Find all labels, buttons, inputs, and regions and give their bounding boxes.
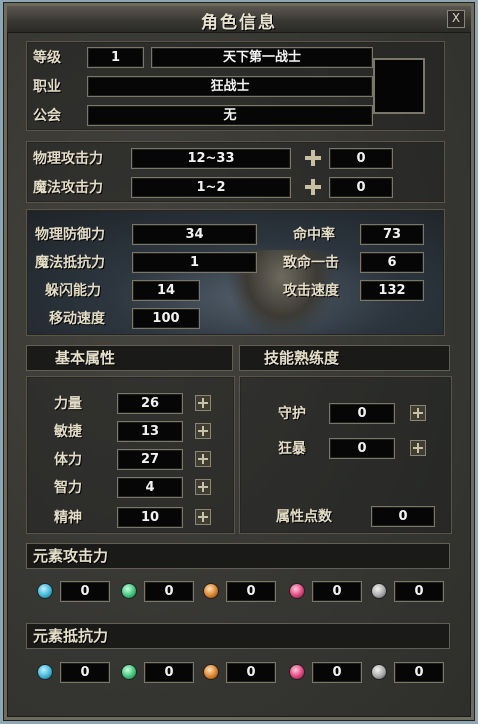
phys-attack-bonus: 0: [329, 148, 393, 169]
strength-value: 26: [117, 393, 183, 414]
element-attack-title: 元素攻击力: [33, 547, 109, 565]
level-label: 等级: [33, 50, 61, 66]
attack-speed-label: 攻击速度: [283, 283, 339, 299]
intelligence-value: 4: [117, 477, 183, 498]
berserk-label: 狂暴: [278, 441, 306, 457]
spirit-plus-button[interactable]: [195, 509, 211, 525]
base-attributes-title: 基本属性: [55, 349, 116, 367]
intelligence-label: 智力: [54, 480, 82, 496]
guild-value: 无: [87, 105, 373, 126]
job-label: 职业: [33, 79, 61, 95]
magic-resist-value: 1: [132, 252, 257, 273]
character-name: 天下第一战士: [151, 47, 373, 68]
orange-gem-icon: [203, 583, 219, 599]
pink-gem-icon: [289, 664, 305, 680]
agility-label: 敏捷: [54, 424, 82, 440]
skill-mastery-title: 技能熟练度: [264, 349, 340, 367]
element-attack-value: 0: [312, 581, 362, 602]
move-speed-value: 100: [132, 308, 200, 329]
stamina-value: 27: [117, 449, 183, 470]
magic-attack-bonus: 0: [329, 177, 393, 198]
guard-plus-button[interactable]: [410, 405, 426, 421]
attribute-points-label: 属性点数: [276, 509, 332, 525]
dodge-value: 14: [132, 280, 200, 301]
magic-resist-label: 魔法抵抗力: [35, 255, 105, 271]
close-button[interactable]: X: [447, 10, 465, 28]
blue-gem-icon: [37, 664, 53, 680]
agility-plus-button[interactable]: [195, 423, 211, 439]
element-resist-value: 0: [226, 662, 276, 683]
guild-label: 公会: [33, 108, 61, 124]
attack-panel: 物理攻击力 12~33 0 魔法攻击力 1~2 0: [26, 141, 445, 203]
gray-gem-icon: [371, 664, 387, 680]
magic-attack-label: 魔法攻击力: [33, 180, 103, 196]
intelligence-plus-button[interactable]: [195, 479, 211, 495]
phys-defense-value: 34: [132, 224, 257, 245]
job-value: 狂战士: [87, 76, 373, 97]
gray-gem-icon: [371, 583, 387, 599]
element-attack-row: 0 0 0 0 0: [7, 580, 477, 608]
element-resist-value: 0: [394, 662, 444, 683]
skill-mastery-header: 技能熟练度: [239, 345, 450, 371]
green-gem-icon: [121, 664, 137, 680]
phys-attack-value: 12~33: [131, 148, 291, 169]
stamina-label: 体力: [54, 452, 82, 468]
guard-label: 守护: [278, 406, 306, 422]
element-attack-value: 0: [144, 581, 194, 602]
base-attributes-header: 基本属性: [26, 345, 233, 371]
strength-label: 力量: [54, 396, 82, 412]
element-resist-value: 0: [312, 662, 362, 683]
element-attack-value: 0: [394, 581, 444, 602]
phys-attack-label: 物理攻击力: [33, 151, 103, 167]
agility-value: 13: [117, 421, 183, 442]
magic-attack-value: 1~2: [131, 177, 291, 198]
element-attack-value: 0: [60, 581, 110, 602]
hit-rate-value: 73: [360, 224, 424, 245]
level-value: 1: [87, 47, 144, 68]
element-resist-value: 0: [60, 662, 110, 683]
guard-value: 0: [329, 403, 395, 424]
character-info-window: 角色信息 X 等级 1 天下第一战士 职业 狂战士 公会 无 物理攻击力 12~…: [4, 3, 474, 720]
spirit-label: 精神: [54, 510, 82, 526]
dodge-label: 躲闪能力: [45, 283, 101, 299]
defense-panel: 物理防御力 34 魔法抵抗力 1 躲闪能力 14 移动速度 100 命中率 73…: [26, 209, 445, 336]
skill-mastery-panel: 守护 0 狂暴 0 属性点数 0: [239, 376, 452, 534]
stamina-plus-button[interactable]: [195, 451, 211, 467]
phys-defense-label: 物理防御力: [35, 227, 105, 243]
element-attack-value: 0: [226, 581, 276, 602]
critical-value: 6: [360, 252, 424, 273]
strength-plus-button[interactable]: [195, 395, 211, 411]
window-title: 角色信息: [201, 13, 277, 33]
element-resist-row: 0 0 0 0 0: [7, 661, 477, 689]
attribute-points-value: 0: [371, 506, 435, 527]
attack-speed-value: 132: [360, 280, 424, 301]
phys-attack-plus-icon[interactable]: [305, 150, 321, 166]
critical-label: 致命一击: [283, 255, 339, 271]
green-gem-icon: [121, 583, 137, 599]
character-portrait: [373, 58, 425, 114]
element-resist-value: 0: [144, 662, 194, 683]
element-attack-header: 元素攻击力: [26, 543, 450, 569]
element-resist-header: 元素抵抗力: [26, 623, 450, 649]
move-speed-label: 移动速度: [49, 311, 105, 327]
base-attributes-panel: 力量 26 敏捷 13 体力 27 智力 4 精神 10: [26, 376, 235, 534]
orange-gem-icon: [203, 664, 219, 680]
magic-attack-plus-icon[interactable]: [305, 179, 321, 195]
spirit-value: 10: [117, 507, 183, 528]
hit-rate-label: 命中率: [293, 227, 335, 243]
berserk-plus-button[interactable]: [410, 440, 426, 456]
pink-gem-icon: [289, 583, 305, 599]
title-bar[interactable]: 角色信息 X: [7, 6, 471, 33]
element-resist-title: 元素抵抗力: [33, 627, 109, 645]
blue-gem-icon: [37, 583, 53, 599]
berserk-value: 0: [329, 438, 395, 459]
